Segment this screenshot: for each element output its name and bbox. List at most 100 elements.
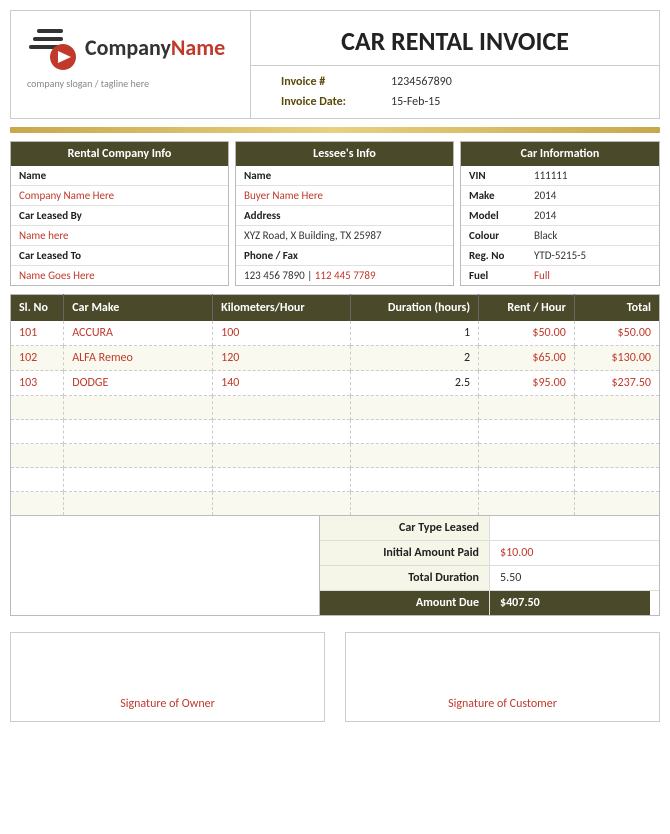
cell-km: 100: [213, 321, 351, 346]
cell-duration: 1: [351, 321, 479, 346]
lessee-name-value: Buyer Name Here: [236, 186, 453, 206]
car-info-row-value: 2014: [526, 206, 659, 225]
total-duration-value: 5.50: [490, 566, 650, 590]
lessee-fax-value: 112 445 7789: [315, 269, 376, 282]
car-info-row-label: Model: [461, 206, 526, 225]
cell-km: 140: [213, 371, 351, 396]
car-info-data-row: VIN111111: [461, 166, 659, 186]
lessee-address-value: XYZ Road, X Building, TX 25987: [236, 226, 453, 246]
table-row: [11, 492, 660, 516]
company-name-part1: Company: [85, 34, 171, 61]
car-type-row: Car Type Leased: [320, 516, 659, 541]
owner-signature-label: Signature of Owner: [120, 697, 215, 711]
table-row: [11, 396, 660, 420]
car-info-data-row: Reg. NoYTD-5215-5: [461, 246, 659, 266]
cell-total: [574, 468, 659, 492]
col-sl-no: Sl. No: [11, 295, 64, 322]
lessee-phone-fax-row: 123 456 7890 | 112 445 7789: [236, 266, 453, 285]
rental-leased-by-label: Car Leased By: [11, 206, 228, 226]
cell-make: [64, 468, 213, 492]
initial-amount-value: $10.00: [490, 541, 650, 565]
customer-signature-label: Signature of Customer: [448, 697, 557, 711]
cell-km: [213, 492, 351, 516]
invoice-date-row: Invoice Date: 15-Feb-15: [281, 92, 629, 112]
car-info-rows: VIN111111Make2014Model2014ColourBlackReg…: [461, 166, 659, 285]
car-info-row-label: VIN: [461, 166, 526, 185]
cell-duration: 2.5: [351, 371, 479, 396]
invoice-date-value: 15-Feb-15: [391, 95, 440, 109]
logo-top: CompanyName: [25, 21, 225, 73]
table-row: [11, 420, 660, 444]
car-type-label: Car Type Leased: [320, 516, 490, 540]
rental-company-header: Rental Company Info: [11, 142, 228, 166]
cell-total: [574, 420, 659, 444]
initial-amount-row: Initial Amount Paid $10.00: [320, 541, 659, 566]
cell-make: [64, 444, 213, 468]
table-body: 101 ACCURA 100 1 $50.00 $50.00 102 ALFA …: [11, 321, 660, 516]
car-info-data-row: Make2014: [461, 186, 659, 206]
cell-sl: 103: [11, 371, 64, 396]
cell-total: $50.00: [574, 321, 659, 346]
table-row: [11, 468, 660, 492]
col-duration: Duration (hours): [351, 295, 479, 322]
rental-table: Sl. No Car Make Kilometers/Hour Duration…: [10, 294, 660, 516]
invoice-number-value: 1234567890: [391, 75, 452, 89]
lessee-phone-value: 123 456 7890: [244, 269, 305, 282]
car-type-value: [490, 516, 650, 540]
summary-block: Car Type Leased Initial Amount Paid $10.…: [319, 516, 659, 615]
rental-company-block: Rental Company Info Name Company Name He…: [10, 141, 229, 286]
cell-duration: [351, 444, 479, 468]
cell-sl: [11, 492, 64, 516]
cell-rent: $65.00: [479, 346, 575, 371]
lessee-phone-separator: |: [307, 269, 315, 282]
amount-due-row: Amount Due $407.50: [320, 591, 659, 615]
company-name-text: CompanyName: [85, 34, 225, 61]
amount-due-label: Amount Due: [320, 591, 490, 615]
cell-sl: 101: [11, 321, 64, 346]
table-header-row: Sl. No Car Make Kilometers/Hour Duration…: [11, 295, 660, 322]
car-info-row-value: Black: [526, 226, 659, 245]
summary-section: Car Type Leased Initial Amount Paid $10.…: [10, 516, 660, 616]
cell-make: ACCURA: [64, 321, 213, 346]
table-row: 103 DODGE 140 2.5 $95.00 $237.50: [11, 371, 660, 396]
cell-rent: [479, 444, 575, 468]
lessee-phone-label: Phone / Fax: [236, 246, 453, 266]
company-name-part2: Name: [171, 34, 225, 61]
invoice-fields: Invoice # 1234567890 Invoice Date: 15-Fe…: [251, 66, 659, 118]
total-duration-label: Total Duration: [320, 566, 490, 590]
cell-sl: [11, 396, 64, 420]
table-row: 102 ALFA Remeo 120 2 $65.00 $130.00: [11, 346, 660, 371]
cell-km: 120: [213, 346, 351, 371]
car-info-row-value: YTD-5215-5: [526, 246, 659, 265]
cell-km: [213, 396, 351, 420]
cell-make: ALFA Remeo: [64, 346, 213, 371]
rental-leased-by-value: Name here: [11, 226, 228, 246]
col-car-make: Car Make: [64, 295, 213, 322]
summary-spacer: [11, 516, 319, 615]
car-info-row-value: 111111: [526, 166, 659, 185]
invoice-date-label: Invoice Date:: [281, 95, 391, 109]
car-info-data-row: ColourBlack: [461, 226, 659, 246]
car-info-row-label: Reg. No: [461, 246, 526, 265]
car-info-row-value: Full: [526, 266, 659, 285]
cell-km: [213, 420, 351, 444]
info-row: Rental Company Info Name Company Name He…: [10, 141, 660, 286]
cell-rent: [479, 420, 575, 444]
amount-due-value: $407.50: [490, 591, 650, 615]
rental-name-label: Name: [11, 166, 228, 186]
cell-duration: [351, 420, 479, 444]
cell-sl: [11, 444, 64, 468]
company-tagline: company slogan / tagline here: [27, 77, 149, 90]
cell-rent: $95.00: [479, 371, 575, 396]
cell-total: $237.50: [574, 371, 659, 396]
cell-make: DODGE: [64, 371, 213, 396]
car-info-data-row: FuelFull: [461, 266, 659, 285]
cell-sl: [11, 468, 64, 492]
cell-duration: [351, 468, 479, 492]
invoice-header: CompanyName company slogan / tagline her…: [10, 10, 660, 119]
lessee-address-label: Address: [236, 206, 453, 226]
cell-km: [213, 444, 351, 468]
col-total: Total: [574, 295, 659, 322]
lessee-header: Lessee's Info: [236, 142, 453, 166]
invoice-details-section: CAR RENTAL INVOICE Invoice # 1234567890 …: [251, 11, 659, 118]
